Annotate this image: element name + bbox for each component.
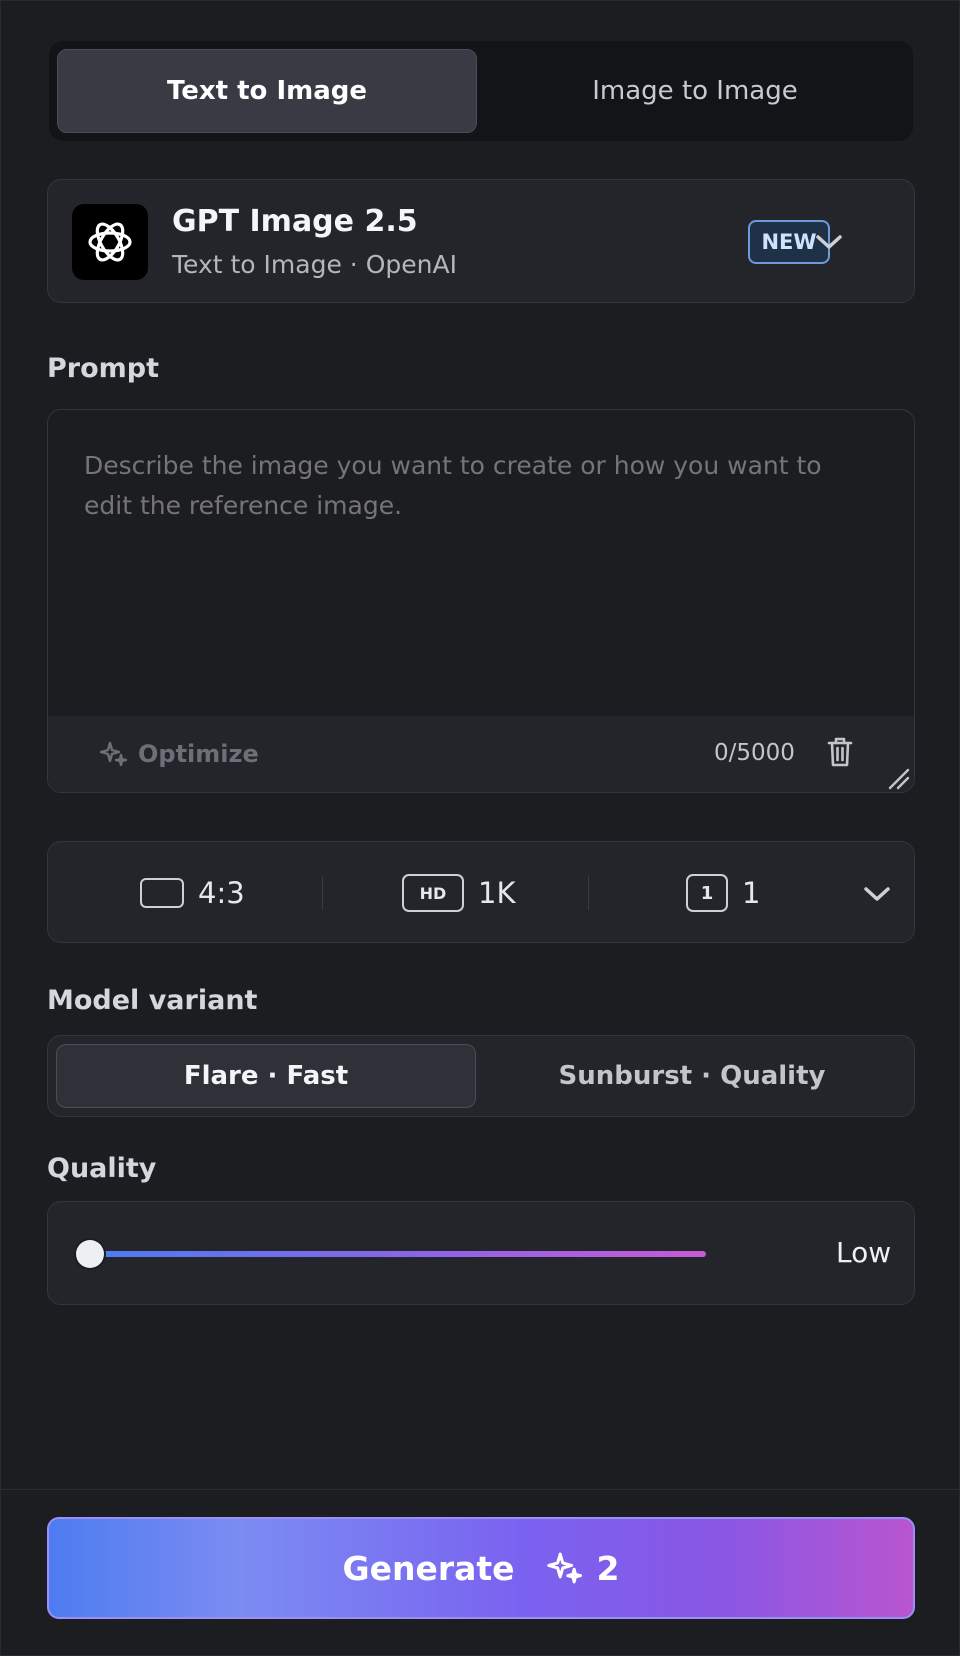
quality-label: Quality [47, 1153, 157, 1184]
generate-cost: 2 [545, 1549, 620, 1588]
chevron-down-icon[interactable] [862, 884, 892, 904]
quality-slider-track[interactable] [90, 1251, 706, 1257]
aspect-ratio-value: 4:3 [198, 876, 245, 910]
model-variant-label: Model variant [47, 985, 258, 1016]
model-selector[interactable]: GPT Image 2.5 Text to Image · OpenAI NEW [47, 179, 915, 303]
quality-value: Low [836, 1236, 892, 1269]
model-variant-toggle: Flare · Fast Sunburst · Quality [47, 1035, 915, 1117]
quality-slider-thumb[interactable] [76, 1240, 104, 1268]
count-value: 1 [742, 876, 761, 910]
prompt-label: Prompt [47, 353, 160, 384]
footer-divider [1, 1489, 960, 1490]
mode-tabs: Text to Image Image to Image [49, 41, 913, 141]
resolution-selector[interactable]: HD 1K [402, 872, 515, 914]
chevron-down-icon[interactable] [814, 232, 844, 252]
options-row: 4:3 HD 1K 1 1 [47, 841, 915, 943]
aspect-ratio-selector[interactable]: 4:3 [140, 872, 245, 914]
hd-icon: HD [402, 874, 464, 912]
tab-text-to-image[interactable]: Text to Image [57, 49, 477, 133]
model-subtitle: Text to Image · OpenAI [172, 250, 457, 279]
trash-icon[interactable] [826, 736, 854, 768]
model-name: GPT Image 2.5 [172, 204, 418, 239]
sparkle-icon [99, 741, 128, 767]
quality-control: Low [47, 1201, 915, 1305]
count-selector[interactable]: 1 1 [686, 872, 760, 914]
resolution-value: 1K [478, 876, 516, 910]
prompt-input[interactable] [84, 446, 844, 686]
sparkle-icon [546, 1552, 582, 1584]
resize-handle-icon[interactable] [888, 768, 910, 790]
optimize-button[interactable]: Optimize [98, 736, 259, 772]
tab-image-to-image[interactable]: Image to Image [485, 49, 905, 133]
generate-label: Generate [342, 1548, 515, 1588]
openai-logo-icon [72, 204, 148, 280]
variant-flare-fast[interactable]: Flare · Fast [56, 1044, 476, 1108]
divider [588, 876, 589, 910]
aspect-ratio-icon [140, 878, 184, 908]
generate-button[interactable]: Generate 2 [47, 1517, 915, 1619]
count-icon: 1 [686, 874, 728, 912]
variant-sunburst-quality[interactable]: Sunburst · Quality [482, 1044, 902, 1108]
prompt-box: Optimize 0/5000 [47, 409, 915, 793]
prompt-footer: Optimize 0/5000 [48, 716, 914, 792]
divider [322, 876, 323, 910]
char-counter: 0/5000 [714, 740, 795, 766]
optimize-label: Optimize [138, 740, 259, 768]
generate-cost-value: 2 [596, 1548, 620, 1588]
generation-panel: Text to Image Image to Image GPT Image 2… [0, 0, 960, 1656]
